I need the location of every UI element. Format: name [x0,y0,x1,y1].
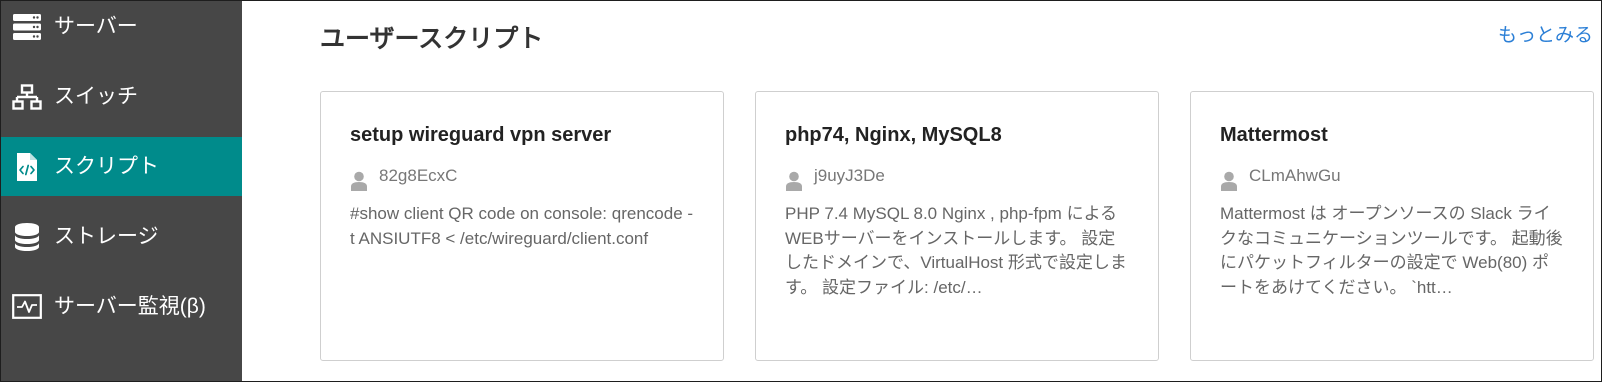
server-icon [12,11,42,42]
user-icon [351,171,367,191]
card-description: Mattermost は オープンソースの Slack ライクなコミュニケーショ… [1220,204,1563,297]
card-title: Mattermost [1220,124,1328,146]
sidebar: サーバー スイッチ スクリプト ストレージ サーバー監視(β) [1,1,242,381]
network-icon [12,81,42,112]
file-code-icon [12,151,42,182]
sidebar-item-script[interactable]: スクリプト [1,137,242,196]
app-window: サーバー スイッチ スクリプト ストレージ サーバー監視(β) ユーザースクリプ… [0,0,1602,382]
monitor-icon [12,291,42,322]
sidebar-item-monitoring[interactable]: サーバー監視(β) [1,277,242,336]
database-icon [12,221,42,252]
sidebar-item-label: スイッチ [54,85,138,108]
card-description: PHP 7.4 MySQL 8.0 Nginx , php-fpm によるWEB… [785,204,1127,297]
user-icon [786,171,802,191]
section-title: ユーザースクリプト [320,25,544,53]
card-description: #show client QR code on console: qrencod… [350,204,694,248]
sidebar-item-storage[interactable]: ストレージ [1,207,242,266]
sidebar-item-label: サーバー [54,15,138,38]
script-card[interactable]: Mattermost CLmAhwGu Mattermost は オープンソース… [1190,91,1594,361]
sidebar-item-label: ストレージ [54,225,159,248]
more-link[interactable]: もっとみる [1498,22,1593,50]
card-title: php74, Nginx, MySQL8 [785,124,1002,146]
sidebar-nav: サーバー スイッチ スクリプト ストレージ サーバー監視(β) [1,1,242,347]
sidebar-item-label: サーバー監視(β) [54,295,206,318]
script-card[interactable]: php74, Nginx, MySQL8 j9uyJ3De PHP 7.4 My… [755,91,1159,361]
sidebar-item-server[interactable]: サーバー [1,1,242,56]
sidebar-item-label: スクリプト [54,155,159,178]
user-icon [1221,171,1237,191]
card-author: 82g8EcxC [379,166,458,185]
script-card[interactable]: setup wireguard vpn server 82g8EcxC #sho… [320,91,724,361]
sidebar-item-switch[interactable]: スイッチ [1,67,242,126]
card-author: CLmAhwGu [1249,166,1341,185]
card-author: j9uyJ3De [814,166,885,185]
card-title: setup wireguard vpn server [350,124,612,146]
